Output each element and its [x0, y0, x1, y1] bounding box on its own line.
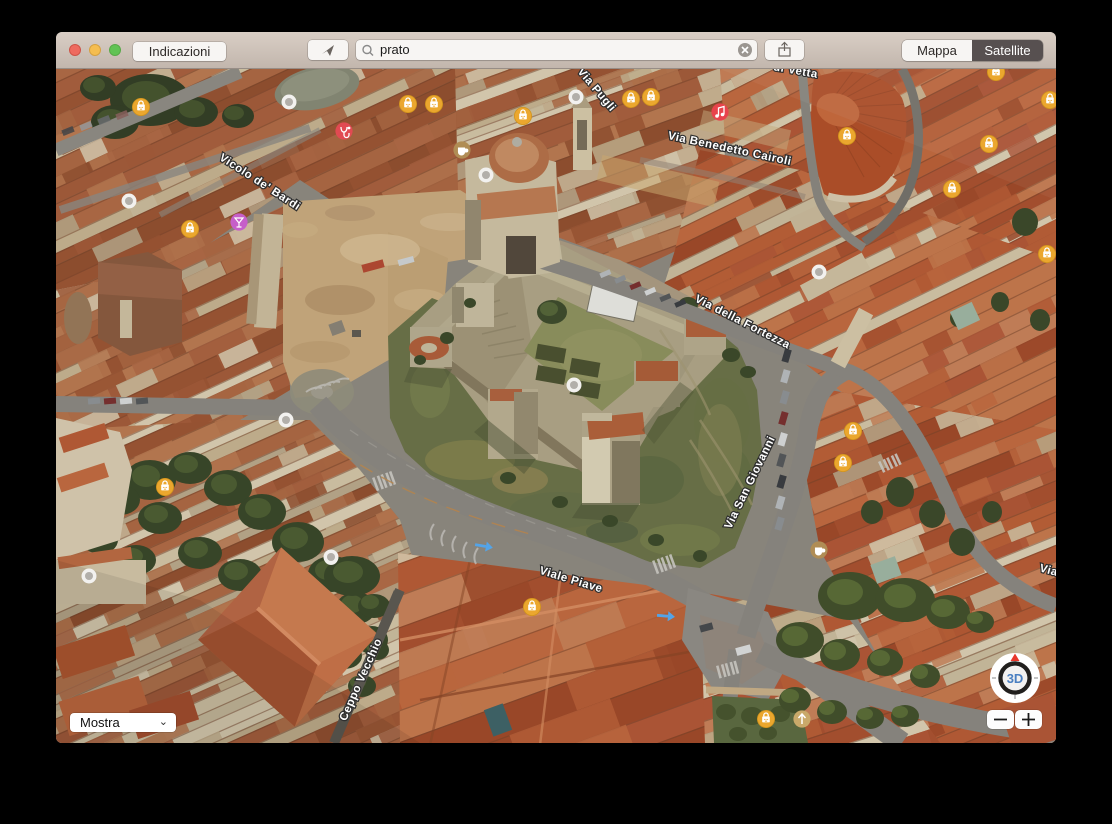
svg-text:3D: 3D [1007, 671, 1024, 686]
